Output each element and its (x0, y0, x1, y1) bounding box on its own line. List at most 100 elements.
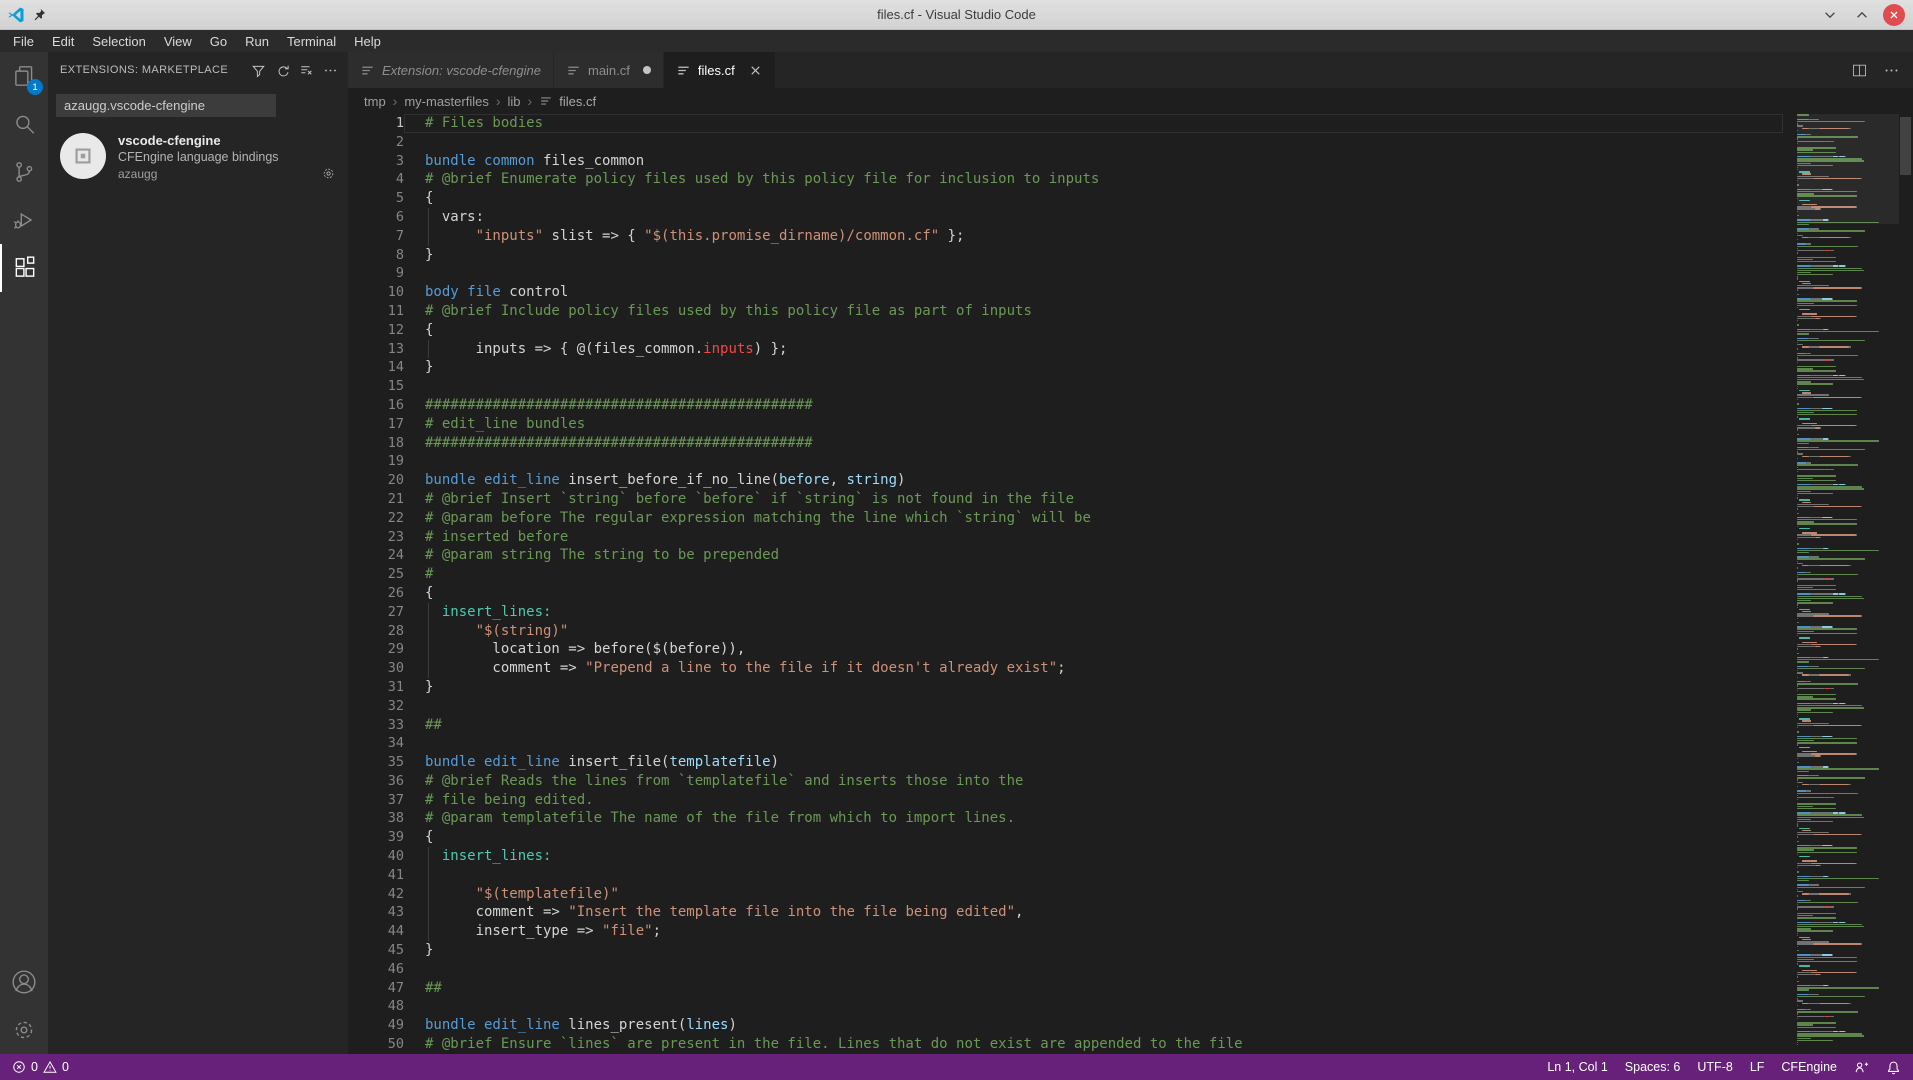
breadcrumb-item-files-cf[interactable]: files.cf (539, 94, 596, 109)
activity-search-button[interactable] (0, 100, 48, 148)
code-line-16[interactable]: 16######################################… (348, 396, 1783, 415)
tab-extension-vscode-cfengine[interactable]: Extension: vscode-cfengine (348, 52, 554, 88)
feedback-icon[interactable] (1854, 1060, 1869, 1075)
activity-run-debug-button[interactable] (0, 196, 48, 244)
notifications-bell-icon[interactable] (1886, 1060, 1901, 1075)
code-line-1[interactable]: 1# Files bodies (348, 114, 1783, 133)
code-line-44[interactable]: 44 insert_type => "file"; (348, 922, 1783, 941)
code-line-35[interactable]: 35bundle edit_line insert_file(templatef… (348, 753, 1783, 772)
code-line-2[interactable]: 2 (348, 133, 1783, 152)
code-line-39[interactable]: 39{ (348, 828, 1783, 847)
code-line-48[interactable]: 48 (348, 997, 1783, 1016)
code-line-18[interactable]: 18######################################… (348, 434, 1783, 453)
split-editor-icon[interactable] (1851, 62, 1868, 79)
code-line-32[interactable]: 32 (348, 697, 1783, 716)
code-line-45[interactable]: 45} (348, 941, 1783, 960)
code-line-22[interactable]: 22# @param before The regular expression… (348, 509, 1783, 528)
minimap-slider[interactable] (1797, 114, 1899, 224)
code-line-17[interactable]: 17# edit_line bundles (348, 415, 1783, 434)
code-line-31[interactable]: 31} (348, 678, 1783, 697)
code-line-43[interactable]: 43 comment => "Insert the template file … (348, 903, 1783, 922)
code-line-5[interactable]: 5{ (348, 189, 1783, 208)
menu-file[interactable]: File (4, 34, 43, 49)
activity-settings-button[interactable] (0, 1006, 48, 1054)
refresh-icon[interactable] (275, 63, 290, 78)
line-number: 11 (348, 302, 404, 321)
activity-accounts-button[interactable] (0, 958, 48, 1006)
code-line-36[interactable]: 36# @brief Reads the lines from `templat… (348, 772, 1783, 791)
vertical-scrollbar[interactable] (1899, 114, 1913, 1054)
language-mode[interactable]: CFEngine (1781, 1060, 1837, 1074)
code-line-4[interactable]: 4# @brief Enumerate policy files used by… (348, 170, 1783, 189)
code-line-19[interactable]: 19 (348, 452, 1783, 471)
menu-terminal[interactable]: Terminal (278, 34, 345, 49)
breadcrumb-item-tmp[interactable]: tmp (364, 94, 386, 109)
code-line-41[interactable]: 41 (348, 866, 1783, 885)
code-line-21[interactable]: 21# @brief Insert `string` before `befor… (348, 490, 1783, 509)
code-line-26[interactable]: 26{ (348, 584, 1783, 603)
tab-files-cf[interactable]: files.cf (664, 52, 776, 88)
code-line-49[interactable]: 49bundle edit_line lines_present(lines) (348, 1016, 1783, 1035)
scrollbar-thumb[interactable] (1900, 117, 1911, 175)
code-line-28[interactable]: 28 "$(string)" (348, 622, 1783, 641)
code-line-9[interactable]: 9 (348, 264, 1783, 283)
problems-button[interactable]: 0 0 (12, 1060, 69, 1074)
code-line-12[interactable]: 12{ (348, 321, 1783, 340)
close-x-icon (1888, 9, 1900, 21)
menu-selection[interactable]: Selection (83, 34, 154, 49)
code-line-13[interactable]: 13 inputs => { @(files_common.inputs) }; (348, 340, 1783, 359)
code-line-3[interactable]: 3bundle common files_common (348, 152, 1783, 171)
code-line-50[interactable]: 50# @brief Ensure `lines` are present in… (348, 1035, 1783, 1054)
maximize-button[interactable] (1851, 4, 1873, 26)
indentation[interactable]: Spaces: 6 (1625, 1060, 1681, 1074)
code-line-40[interactable]: 40 insert_lines: (348, 847, 1783, 866)
tab-main-cf[interactable]: main.cf (554, 52, 664, 88)
code-line-27[interactable]: 27 insert_lines: (348, 603, 1783, 622)
code-editor[interactable]: 1# Files bodies23bundle common files_com… (348, 114, 1913, 1054)
code-line-42[interactable]: 42 "$(templatefile)" (348, 885, 1783, 904)
code-line-34[interactable]: 34 (348, 734, 1783, 753)
filter-icon[interactable] (251, 63, 266, 78)
code-line-30[interactable]: 30 comment => "Prepend a line to the fil… (348, 659, 1783, 678)
code-line-33[interactable]: 33## (348, 716, 1783, 735)
more-actions-icon[interactable] (323, 63, 338, 78)
extension-search-input[interactable] (56, 94, 276, 117)
code-line-20[interactable]: 20bundle edit_line insert_before_if_no_l… (348, 471, 1783, 490)
menu-go[interactable]: Go (201, 34, 236, 49)
code-line-37[interactable]: 37# file being edited. (348, 791, 1783, 810)
activity-extensions-button[interactable] (0, 244, 48, 292)
extension-list-item[interactable]: vscode-cfengine CFEngine language bindin… (48, 123, 348, 189)
code-line-24[interactable]: 24# @param string The string to be prepe… (348, 546, 1783, 565)
menu-edit[interactable]: Edit (43, 34, 83, 49)
code-line-38[interactable]: 38# @param templatefile The name of the … (348, 809, 1783, 828)
clear-all-icon[interactable] (299, 63, 314, 78)
activity-source-control-button[interactable] (0, 148, 48, 196)
code-line-6[interactable]: 6 vars: (348, 208, 1783, 227)
breadcrumb-item-lib[interactable]: lib (508, 94, 521, 109)
breadcrumb-item-my-masterfiles[interactable]: my-masterfiles (404, 94, 489, 109)
menu-view[interactable]: View (155, 34, 201, 49)
code-line-7[interactable]: 7 "inputs" slist => { "$(this.promise_di… (348, 227, 1783, 246)
editor-more-actions-icon[interactable] (1883, 62, 1900, 79)
minimize-button[interactable] (1819, 4, 1841, 26)
code-line-25[interactable]: 25# (348, 565, 1783, 584)
code-line-23[interactable]: 23# inserted before (348, 528, 1783, 547)
code-line-15[interactable]: 15 (348, 377, 1783, 396)
cursor-position[interactable]: Ln 1, Col 1 (1547, 1060, 1607, 1074)
menu-help[interactable]: Help (345, 34, 390, 49)
code-line-8[interactable]: 8} (348, 246, 1783, 265)
eol-sequence[interactable]: LF (1750, 1060, 1765, 1074)
code-line-46[interactable]: 46 (348, 960, 1783, 979)
minimap[interactable] (1797, 114, 1899, 1054)
close-button[interactable] (1883, 4, 1905, 26)
encoding[interactable]: UTF-8 (1697, 1060, 1732, 1074)
extension-manage-gear-icon[interactable] (321, 166, 336, 181)
activity-explorer-button[interactable]: 1 (0, 52, 48, 100)
menu-run[interactable]: Run (236, 34, 278, 49)
tab-close-button[interactable] (748, 63, 763, 78)
code-line-47[interactable]: 47## (348, 979, 1783, 998)
code-line-29[interactable]: 29 location => before($(before)), (348, 640, 1783, 659)
code-line-11[interactable]: 11# @brief Include policy files used by … (348, 302, 1783, 321)
code-line-14[interactable]: 14} (348, 358, 1783, 377)
code-line-10[interactable]: 10body file control (348, 283, 1783, 302)
